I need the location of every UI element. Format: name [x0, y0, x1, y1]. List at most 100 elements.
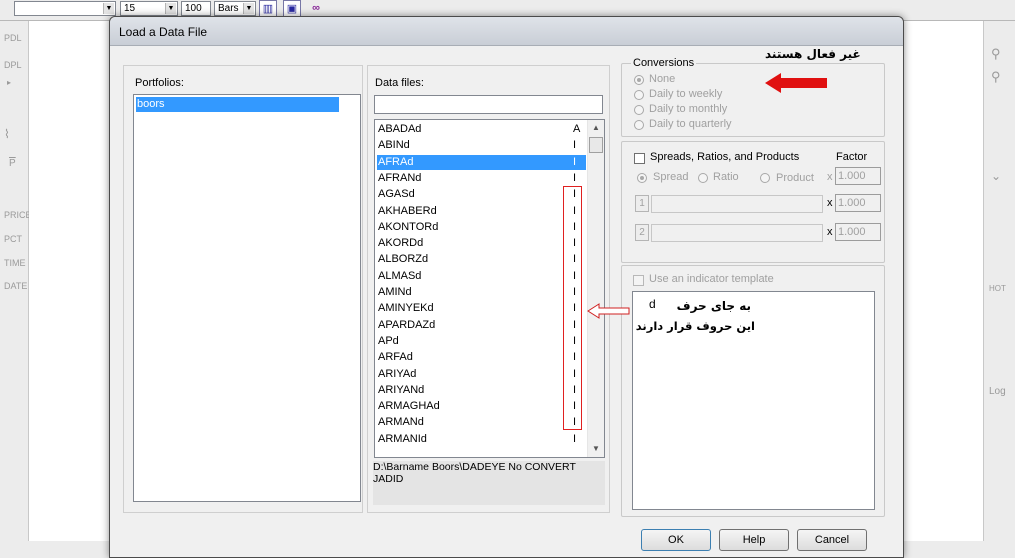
- radio-product-label: Product: [776, 172, 814, 184]
- series-2-button[interactable]: 2: [635, 224, 649, 241]
- chevron-down-icon[interactable]: ⌄: [991, 169, 1001, 183]
- times-sign: x: [827, 171, 833, 183]
- date-label[interactable]: DATE: [4, 281, 27, 291]
- factor-label: Factor: [836, 151, 868, 163]
- file-list-item[interactable]: ARMANId I: [377, 432, 586, 447]
- radio-product[interactable]: [760, 173, 770, 183]
- file-name: ARFAd: [378, 351, 413, 364]
- spreads-checkbox[interactable]: [634, 153, 645, 164]
- series-1-button[interactable]: 1: [635, 195, 649, 212]
- radio-ratio[interactable]: [698, 173, 708, 183]
- chevron-down-icon[interactable]: ▼: [165, 3, 176, 14]
- file-list-item[interactable]: AFRAd I: [377, 154, 586, 170]
- file-list-item[interactable]: ARMANd I: [377, 415, 586, 430]
- red-arrow-icon: [765, 73, 827, 93]
- file-list-item[interactable]: AKONTORd I: [377, 220, 586, 235]
- trendline-icon[interactable]: ⌇: [4, 127, 10, 141]
- file-name: AKONTORd: [378, 220, 439, 233]
- portfolio-item-label: boors: [137, 98, 165, 110]
- ok-button[interactable]: OK: [641, 529, 711, 551]
- file-name: ARMAGHAd: [378, 400, 440, 413]
- chevron-down-icon[interactable]: ▼: [243, 3, 254, 14]
- radio-daily-monthly[interactable]: [634, 105, 644, 115]
- radio-daily-weekly[interactable]: [634, 90, 644, 100]
- zoom-out-icon[interactable]: ⚲: [991, 69, 1001, 85]
- file-flag: I: [573, 432, 577, 445]
- file-list-item[interactable]: ARIYAd I: [377, 367, 586, 382]
- log-label[interactable]: Log: [989, 386, 1006, 397]
- file-flag: I: [573, 155, 577, 168]
- selected-path: D:\Barname Boors\DADEYE No CONVERT JADID: [373, 461, 605, 505]
- letter-d: d: [649, 297, 656, 311]
- radio-none[interactable]: [634, 75, 644, 85]
- help-button[interactable]: Help: [719, 529, 789, 551]
- scroll-down-icon[interactable]: ▼: [588, 441, 604, 457]
- bars-count-value: 100: [185, 3, 202, 14]
- portfolios-list[interactable]: boors: [133, 94, 361, 502]
- expand-arrow-icon[interactable]: ▸: [7, 78, 11, 87]
- portfolio-item[interactable]: boors: [136, 97, 339, 112]
- file-name: ARIYANd: [378, 383, 425, 396]
- scroll-up-icon[interactable]: ▲: [588, 120, 604, 136]
- file-flag: I: [573, 171, 577, 184]
- file-name: APd: [378, 334, 399, 347]
- template-checkbox[interactable]: [633, 275, 644, 286]
- file-list-item[interactable]: AGASd I: [377, 187, 586, 202]
- hot-label[interactable]: HOT: [989, 284, 1006, 293]
- file-name: AKHABERd: [378, 204, 437, 217]
- file-name: ALBORZd: [378, 253, 429, 266]
- data-files-filter-input[interactable]: [374, 95, 603, 114]
- periodicity-combo[interactable]: 15 ▼: [120, 1, 178, 16]
- dpl-label[interactable]: DPL: [4, 60, 22, 70]
- letter-note: d به جای حرف این حروف قرار دارند: [636, 297, 760, 337]
- chart-style-combo[interactable]: Bars ▼: [214, 1, 256, 16]
- dialog-titlebar[interactable]: Load a Data File: [110, 17, 903, 46]
- file-list-item[interactable]: ABADAd A: [377, 122, 586, 137]
- file-list-item[interactable]: APd I: [377, 334, 586, 349]
- series-1-field[interactable]: [651, 195, 823, 213]
- file-list-item[interactable]: AKORDd I: [377, 236, 586, 251]
- file-list-item[interactable]: AMINd I: [377, 285, 586, 300]
- time-label[interactable]: TIME: [4, 258, 26, 268]
- bars-count-field[interactable]: 100: [181, 1, 211, 16]
- file-list-item[interactable]: AKHABERd I: [377, 204, 586, 219]
- pct-label[interactable]: PCT: [4, 234, 22, 244]
- file-name: AKORDd: [378, 237, 424, 250]
- times-sign: x: [827, 197, 833, 209]
- times-sign: x: [827, 226, 833, 238]
- radio-daily-quarterly[interactable]: [634, 120, 644, 130]
- symbol-combo[interactable]: ▼: [14, 1, 116, 16]
- series-2-field[interactable]: [651, 224, 823, 242]
- periodicity-combo-value: 15: [124, 3, 136, 14]
- left-tool-panel: PDL DPL ▸ ⌇ P PRICE PCT TIME DATE: [0, 21, 32, 541]
- file-list-item[interactable]: ABINd I: [377, 138, 586, 153]
- file-list-item[interactable]: ARIYANd I: [377, 383, 586, 398]
- portfolios-panel: Portfolios: boors: [123, 65, 363, 513]
- scroll-thumb[interactable]: [589, 137, 603, 153]
- inactive-note: غیر فعال هستند: [765, 47, 861, 61]
- file-list-item[interactable]: AMINYEKd I: [377, 301, 586, 316]
- pdl-label[interactable]: PDL: [4, 33, 22, 43]
- radio-daily-quarterly-label: Daily to quarterly: [649, 118, 732, 130]
- chevron-down-icon[interactable]: ▼: [103, 3, 114, 14]
- file-name: AMINYEKd: [378, 302, 434, 315]
- file-list-item[interactable]: ALMASd I: [377, 269, 586, 284]
- factor-field-2[interactable]: 1.000: [835, 194, 881, 212]
- zoom-in-icon[interactable]: ⚲: [991, 46, 1001, 62]
- cancel-button[interactable]: Cancel: [797, 529, 867, 551]
- factor-field-1[interactable]: 1.000: [835, 167, 881, 185]
- files-scrollbar[interactable]: ▲ ▼: [587, 120, 604, 457]
- file-list-item[interactable]: ALBORZd I: [377, 252, 586, 267]
- file-list-item[interactable]: ARFAd I: [377, 350, 586, 365]
- p-icon[interactable]: P: [9, 158, 16, 169]
- file-list-item[interactable]: AFRANd I: [377, 171, 586, 186]
- data-files-label: Data files:: [375, 77, 424, 89]
- radio-spread-label: Spread: [653, 171, 689, 183]
- file-list-item[interactable]: APARDAZd I: [377, 318, 586, 333]
- price-label[interactable]: PRICE: [4, 210, 32, 220]
- file-list-item[interactable]: ARMAGHAd I: [377, 399, 586, 414]
- factor-field-3[interactable]: 1.000: [835, 223, 881, 241]
- radio-spread[interactable]: [637, 173, 647, 183]
- file-name: ABINd: [378, 139, 410, 152]
- file-name: AGASd: [378, 188, 415, 201]
